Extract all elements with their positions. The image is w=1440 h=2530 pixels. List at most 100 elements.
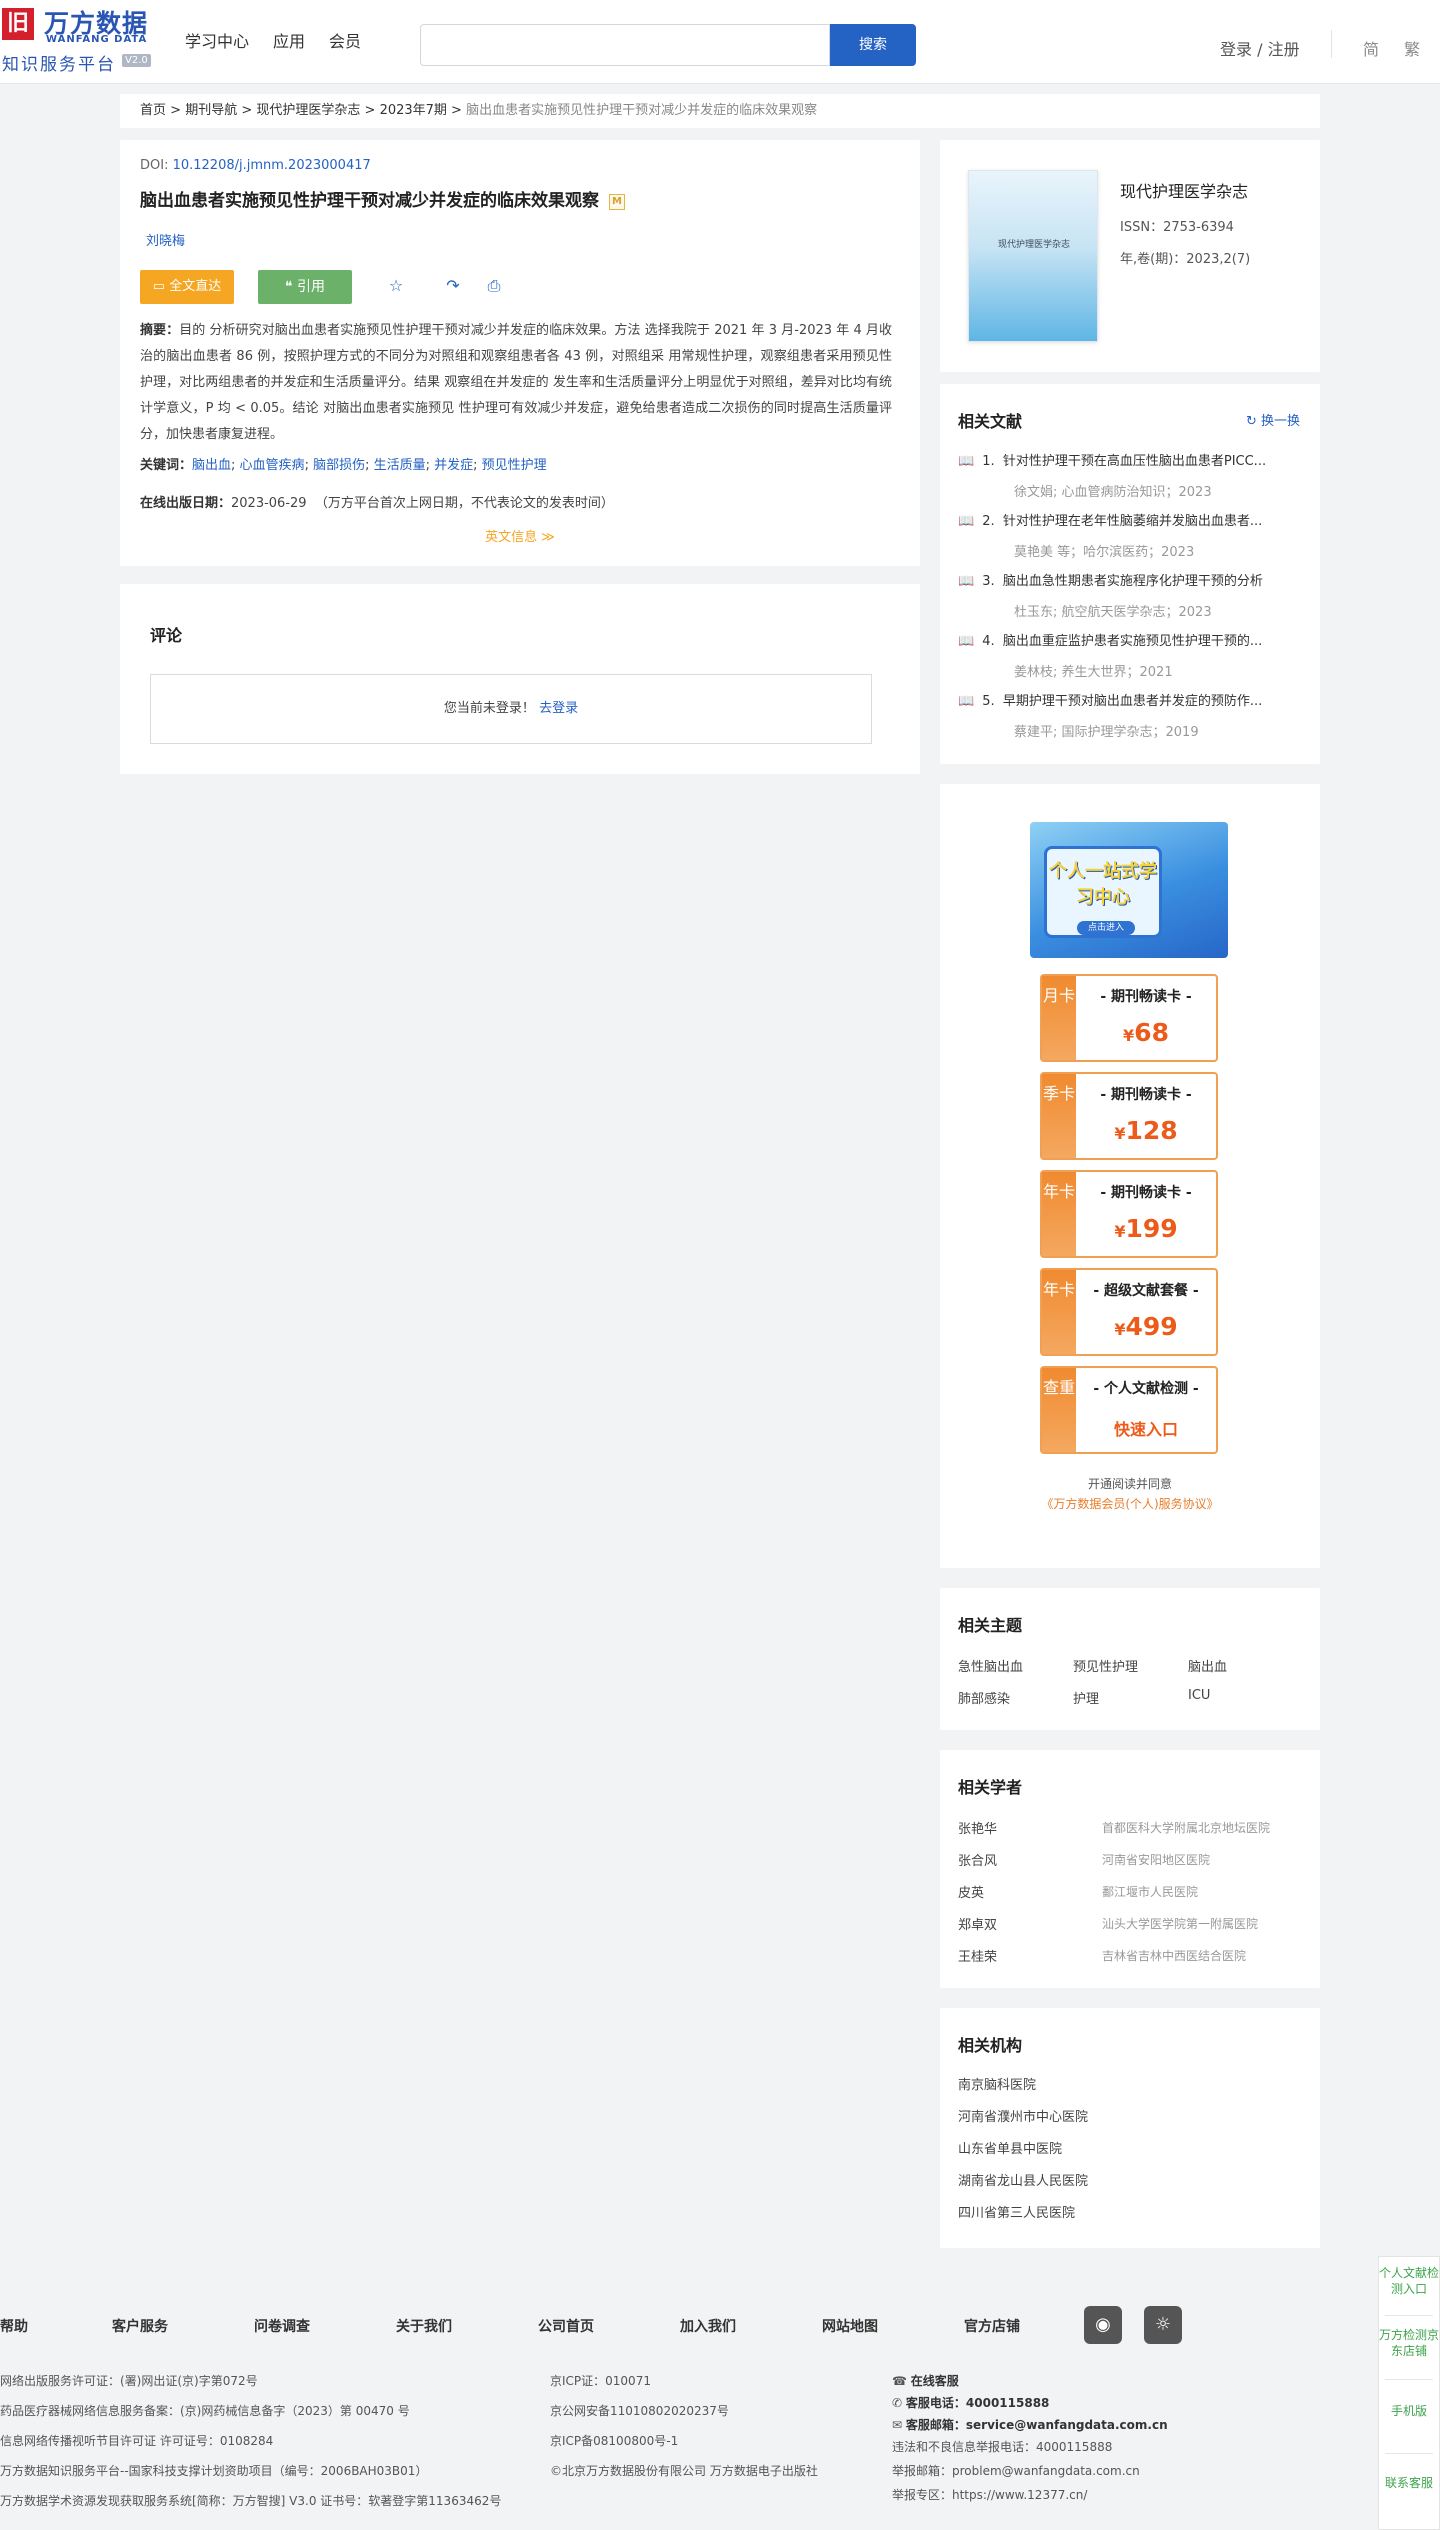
fulltext-icon: ▭ bbox=[152, 279, 170, 294]
plan-quarterly-card[interactable]: 季卡 - 期刊畅读卡 - ¥128 bbox=[1040, 1072, 1218, 1160]
footer-online-service[interactable]: ☎ 在线客服 bbox=[892, 2372, 959, 2389]
plan-yearly-card[interactable]: 年卡 - 期刊畅读卡 - ¥199 bbox=[1040, 1170, 1218, 1258]
footer-report-site[interactable]: 举报专区：https://www.12377.cn/ bbox=[892, 2486, 1087, 2503]
cite-button[interactable]: ❝ 引用 bbox=[258, 270, 352, 304]
institution-link[interactable]: 山东省单县中医院 bbox=[958, 2138, 1062, 2157]
learning-center-banner[interactable]: 个人一站式学习中心 点击进入 bbox=[1030, 822, 1228, 958]
keyword-link[interactable]: 脑出血 bbox=[192, 458, 231, 473]
agreement-link[interactable]: 《万方数据会员(个人)服务协议》 bbox=[1041, 1497, 1218, 1511]
related-item-title[interactable]: 📖 5. 早期护理干预对脑出血患者并发症的预防作... bbox=[958, 690, 1308, 709]
footer-survey[interactable]: 问卷调查 bbox=[254, 2316, 310, 2336]
plan-monthly-card[interactable]: 月卡 - 期刊畅读卡 - ¥68 bbox=[1040, 974, 1218, 1062]
institutions-title: 相关机构 bbox=[958, 2036, 1023, 2055]
footer-license: 万方数据学术资源发现获取服务系统[简称：万方智搜] V3.0 证书号：软著登字第… bbox=[0, 2494, 502, 2508]
related-item[interactable]: 📖 1. 针对性护理干预在高血压性脑出血患者PICC... 徐文娟; 心血管病防治知… bbox=[958, 450, 1308, 500]
scholar-name[interactable]: 王桂荣 bbox=[958, 1946, 997, 1965]
fulltext-button[interactable]: ▭ 全文直达 bbox=[140, 270, 234, 304]
scholar-name[interactable]: 皮英 bbox=[958, 1882, 984, 1901]
wechat-icon[interactable]: ☼ bbox=[1144, 2306, 1182, 2344]
topic-link[interactable]: 肺部感染 bbox=[958, 1688, 1010, 1707]
journal-cover-image[interactable]: 现代护理医学杂志 bbox=[968, 170, 1098, 342]
nav-member[interactable]: 会员 bbox=[329, 28, 361, 52]
float-mobile[interactable]: 手机版 bbox=[1379, 2403, 1439, 2419]
print-icon[interactable]: ⎙ bbox=[484, 276, 504, 296]
topic-link[interactable]: ICU bbox=[1188, 1688, 1210, 1703]
journal-name-link[interactable]: 现代护理医学杂志 bbox=[1120, 178, 1248, 202]
currency: ¥ bbox=[1114, 1124, 1126, 1143]
keyword-link[interactable]: 生活质量 bbox=[374, 458, 426, 473]
related-item-title[interactable]: 📖 1. 针对性护理干预在高血压性脑出血患者PICC... bbox=[958, 450, 1308, 469]
star-icon[interactable]: ☆ bbox=[386, 276, 406, 296]
refresh-button[interactable]: ↻ 换一换 bbox=[1246, 410, 1300, 429]
comment-login-link[interactable]: 去登录 bbox=[539, 701, 578, 716]
lang-traditional[interactable]: 繁 bbox=[1404, 36, 1420, 60]
footer-join-us[interactable]: 加入我们 bbox=[680, 2316, 736, 2336]
keywords-label: 关键词： bbox=[140, 458, 193, 473]
related-item[interactable]: 📖 4. 脑出血重症监护患者实施预见性护理干预的... 姜林枝; 养生大世界；202… bbox=[958, 630, 1308, 680]
doi-link[interactable]: 10.12208/j.jmnm.2023000417 bbox=[173, 158, 371, 173]
related-item-title[interactable]: 📖 2. 针对性护理在老年性脑萎缩并发脑出血患者... bbox=[958, 510, 1308, 529]
related-item-meta: 杜玉东; 航空航天医学杂志；2023 bbox=[1014, 605, 1212, 620]
footer-about[interactable]: 关于我们 bbox=[396, 2316, 452, 2336]
footer-customer-service[interactable]: 客户服务 bbox=[112, 2316, 168, 2336]
scholar-name[interactable]: 张合风 bbox=[958, 1850, 997, 1869]
pub-note: （万方平台首次上网日期，不代表论文的发表时间） bbox=[314, 496, 614, 511]
keyword-link[interactable]: 预见性护理 bbox=[482, 458, 547, 473]
keyword-link[interactable]: 并发症 bbox=[434, 458, 473, 473]
institution-link[interactable]: 湖南省龙山县人民医院 bbox=[958, 2170, 1088, 2189]
float-doc-check[interactable]: 个人文献检测入口 bbox=[1379, 2265, 1439, 2297]
keyword-link[interactable]: 脑部损伤 bbox=[313, 458, 365, 473]
topic-link[interactable]: 预见性护理 bbox=[1073, 1656, 1138, 1675]
crumb-sep: > bbox=[237, 103, 257, 118]
related-item-title[interactable]: 📖 3. 脑出血急性期患者实施程序化护理干预的分析 bbox=[958, 570, 1308, 589]
institution-link[interactable]: 河南省濮州市中心医院 bbox=[958, 2106, 1088, 2125]
scholars-title: 相关学者 bbox=[958, 1778, 1023, 1797]
author-link[interactable]: 刘晓梅 bbox=[146, 230, 185, 249]
email-label: 客服邮箱： bbox=[905, 2418, 966, 2432]
topic-link[interactable]: 急性脑出血 bbox=[958, 1656, 1023, 1675]
footer-icp[interactable]: 京ICP备08100800号-1 bbox=[550, 2432, 678, 2449]
plan-plagiarism-check[interactable]: 查重 - 个人文献检测 - 快速入口 bbox=[1040, 1366, 1218, 1454]
footer-company-home[interactable]: 公司首页 bbox=[538, 2316, 594, 2336]
footer-official-store[interactable]: 官方店铺 bbox=[964, 2316, 1020, 2336]
crumb-home[interactable]: 首页 bbox=[140, 103, 166, 118]
footer-icp[interactable]: 京公网安备11010802020237号 bbox=[550, 2402, 729, 2419]
related-num: 4. bbox=[982, 634, 995, 649]
topic-link[interactable]: 护理 bbox=[1073, 1688, 1099, 1707]
nav-learning-center[interactable]: 学习中心 bbox=[185, 28, 249, 52]
logo-icon[interactable]: 旧 bbox=[2, 8, 34, 40]
nav-apps[interactable]: 应用 bbox=[273, 28, 305, 52]
search-button[interactable]: 搜索 bbox=[830, 24, 916, 66]
banner-enter-button[interactable]: 点击进入 bbox=[1077, 921, 1135, 935]
footer-sitemap[interactable]: 网站地图 bbox=[822, 2316, 878, 2336]
headset-icon: ☎ bbox=[892, 2374, 911, 2388]
related-item[interactable]: 📖 5. 早期护理干预对脑出血患者并发症的预防作... 蔡建平; 国际护理学杂志；2… bbox=[958, 690, 1308, 740]
institution-link[interactable]: 四川省第三人民医院 bbox=[958, 2202, 1075, 2221]
float-contact[interactable]: 联系客服 bbox=[1379, 2475, 1439, 2491]
related-item[interactable]: 📖 2. 针对性护理在老年性脑萎缩并发脑出血患者... 莫艳美 等；哈尔滨医药；20… bbox=[958, 510, 1308, 560]
footer-phone: ✆ 客服电话：4000115888 bbox=[892, 2394, 1049, 2411]
related-item[interactable]: 📖 3. 脑出血急性期患者实施程序化护理干预的分析杜玉东; 航空航天医学杂志；20… bbox=[958, 570, 1308, 620]
book-icon: 📖 bbox=[958, 514, 975, 529]
search-input[interactable] bbox=[420, 24, 830, 66]
login-register-link[interactable]: 登录 / 注册 bbox=[1220, 36, 1300, 60]
crumb-journal[interactable]: 现代护理医学杂志 bbox=[256, 103, 360, 118]
crumb-issue[interactable]: 2023年7期 bbox=[380, 103, 447, 118]
footer-icp[interactable]: 京ICP证：010071 bbox=[550, 2372, 651, 2389]
email-value[interactable]: service@wanfangdata.com.cn bbox=[966, 2418, 1168, 2432]
institution-link[interactable]: 南京脑科医院 bbox=[958, 2074, 1036, 2093]
english-info-toggle[interactable]: 英文信息 ≫ bbox=[120, 526, 920, 545]
scholar-name[interactable]: 张艳华 bbox=[958, 1818, 997, 1837]
keyword-link[interactable]: 心血管疾病 bbox=[240, 458, 305, 473]
lang-simplified[interactable]: 简 bbox=[1363, 36, 1379, 60]
topic-link[interactable]: 脑出血 bbox=[1188, 1656, 1227, 1675]
related-item-title[interactable]: 📖 4. 脑出血重症监护患者实施预见性护理干预的... bbox=[958, 630, 1308, 649]
currency: ¥ bbox=[1114, 1222, 1126, 1241]
weibo-icon[interactable]: ◉ bbox=[1084, 2306, 1122, 2344]
footer-help[interactable]: 帮助 bbox=[0, 2316, 28, 2336]
scholar-name[interactable]: 郑卓双 bbox=[958, 1914, 997, 1933]
float-jd-store[interactable]: 万方检测京东店铺 bbox=[1379, 2327, 1439, 2359]
plan-super-package[interactable]: 年卡 - 超级文献套餐 - ¥499 bbox=[1040, 1268, 1218, 1356]
crumb-journal-nav[interactable]: 期刊导航 bbox=[185, 103, 237, 118]
share-icon[interactable]: ↷ bbox=[443, 276, 463, 296]
